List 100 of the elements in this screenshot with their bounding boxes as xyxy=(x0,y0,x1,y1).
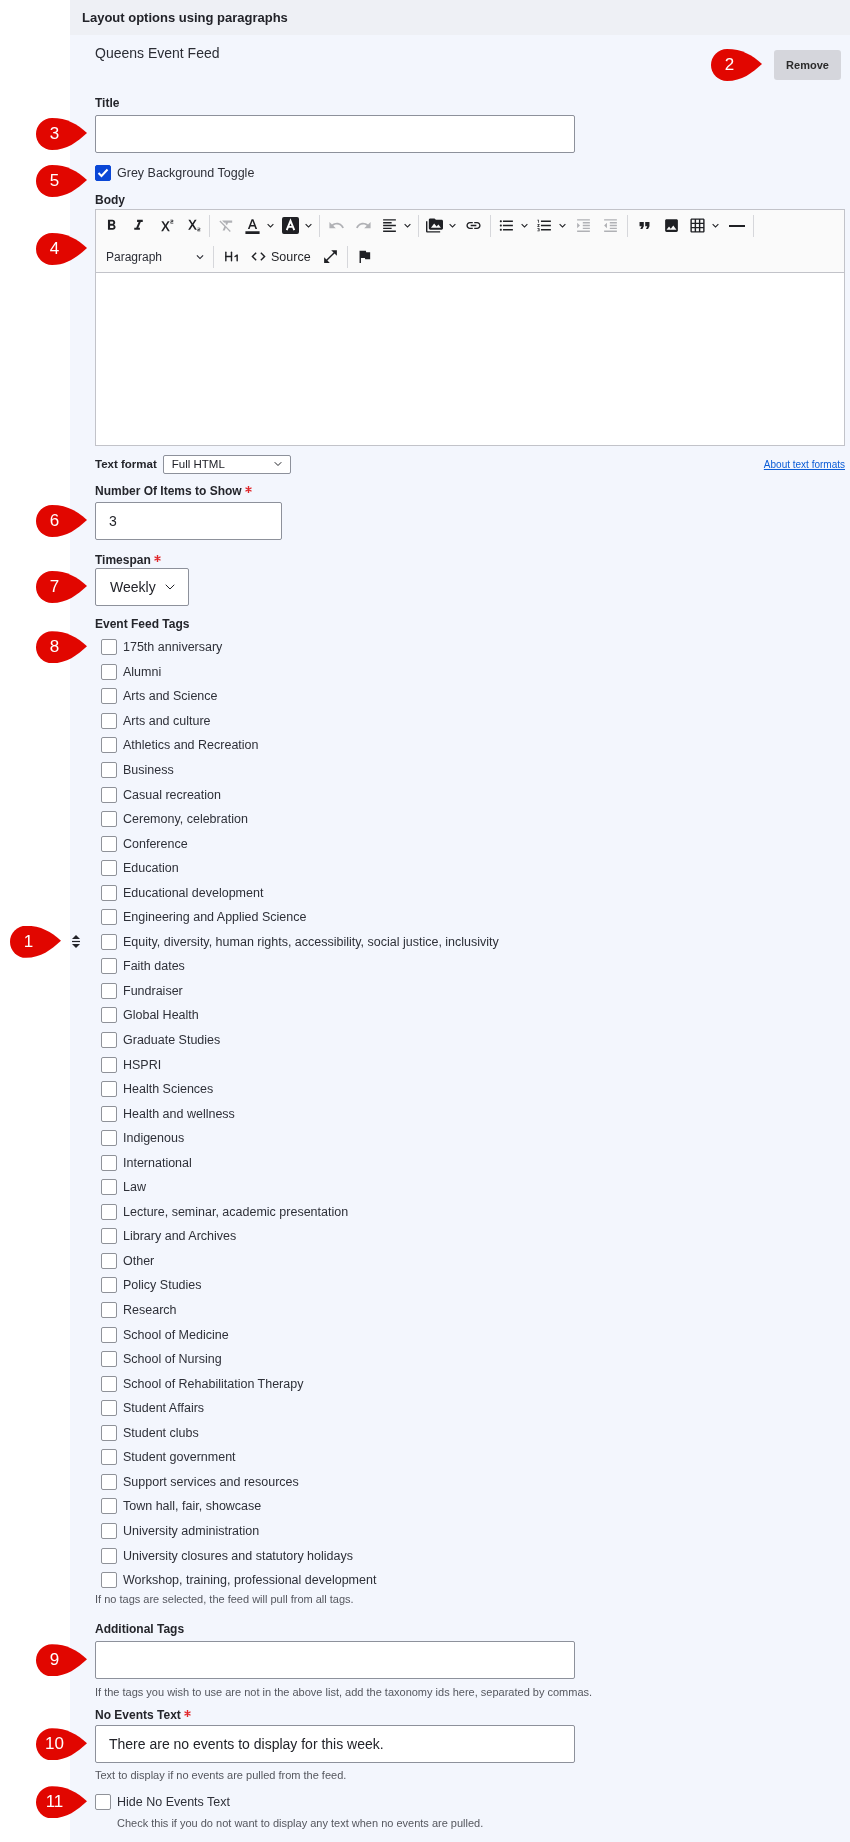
checkbox-label: Workshop, training, professional development xyxy=(123,1572,378,1589)
checkbox[interactable] xyxy=(101,1228,117,1245)
checkbox[interactable] xyxy=(101,1081,117,1098)
checkbox[interactable] xyxy=(101,737,117,754)
checkbox[interactable] xyxy=(101,1179,117,1196)
callout-marker: 5 xyxy=(36,165,87,197)
checkbox[interactable] xyxy=(101,786,117,803)
numbered-list-icon xyxy=(535,217,553,234)
callout-marker: 6 xyxy=(36,505,87,537)
checkbox-label: Town hall, fair, showcase xyxy=(123,1498,263,1515)
checkbox[interactable] xyxy=(101,1547,117,1564)
checkbox[interactable] xyxy=(101,1032,117,1048)
checkbox[interactable] xyxy=(101,1572,117,1589)
checkbox[interactable] xyxy=(101,688,117,705)
help-link[interactable]: About text formats xyxy=(763,458,845,470)
callout-marker: 9 xyxy=(36,1644,87,1677)
field-label: No Events Text xyxy=(95,1707,181,1724)
checkbox[interactable] xyxy=(101,1203,117,1220)
checkbox[interactable] xyxy=(95,165,111,181)
checkbox-label: Student Affairs xyxy=(123,1400,206,1417)
align-left-icon xyxy=(380,217,398,234)
callout-marker: 4 xyxy=(36,233,87,265)
callout-marker: 11 xyxy=(36,1786,87,1819)
checkbox-label: Other xyxy=(123,1252,156,1269)
checkbox[interactable] xyxy=(101,1007,117,1024)
timespan-select[interactable]: Weekly xyxy=(95,568,189,606)
checkbox[interactable] xyxy=(101,1154,117,1171)
checkbox-label: 175th anniversary xyxy=(123,639,224,656)
checkbox-label: Student clubs xyxy=(123,1424,200,1441)
checkbox-label: School of Medicine xyxy=(123,1326,230,1343)
source-code-button[interactable]: Source xyxy=(245,243,317,270)
checkbox[interactable] xyxy=(101,1375,117,1392)
checkbox[interactable] xyxy=(101,663,117,680)
checkbox[interactable] xyxy=(101,1056,117,1073)
checkbox[interactable] xyxy=(101,639,117,656)
checkbox[interactable] xyxy=(101,1473,117,1490)
checkbox[interactable] xyxy=(101,811,117,828)
checkbox[interactable] xyxy=(101,1252,117,1269)
callout-marker: 3 xyxy=(36,118,87,150)
checkbox-label: University closures and statutory holidays xyxy=(123,1547,354,1564)
paragraph-type-name: Queens Event Feed xyxy=(95,45,220,61)
paragraph-format-select[interactable]: Paragraph xyxy=(98,243,209,270)
title-input[interactable] xyxy=(95,115,575,153)
field-label: Title xyxy=(95,95,120,111)
checkbox[interactable] xyxy=(101,1498,117,1515)
checkbox[interactable] xyxy=(101,884,117,901)
field-label: Event Feed Tags xyxy=(95,616,190,632)
image-icon xyxy=(663,217,680,234)
checkbox[interactable] xyxy=(101,1130,117,1147)
checkbox[interactable] xyxy=(101,1277,117,1294)
checkbox[interactable] xyxy=(101,1326,117,1343)
callout-marker: 1 xyxy=(10,925,61,958)
checkbox[interactable] xyxy=(101,1449,117,1466)
field-label: Number Of Items to Show xyxy=(95,483,242,499)
checkbox-label: Graduate Studies xyxy=(123,1032,222,1048)
checkmark-icon xyxy=(97,168,109,178)
checkbox-label: Health Sciences xyxy=(123,1081,215,1098)
checkbox[interactable] xyxy=(101,1424,117,1441)
checkbox-label: Hide No Events Text xyxy=(117,1794,231,1811)
checkbox[interactable] xyxy=(101,1351,117,1368)
checkbox[interactable] xyxy=(101,933,117,950)
callout-marker: 7 xyxy=(36,571,87,603)
checkbox[interactable] xyxy=(101,982,117,999)
text-format-select[interactable]: Full HTML xyxy=(162,454,291,474)
checkbox[interactable] xyxy=(101,860,117,877)
up-down-arrows-icon[interactable] xyxy=(71,935,81,949)
help-text: If the tags you wish to use are not in the above list, add the taxonomy ids here, separated by commas. xyxy=(95,1685,593,1700)
checkbox[interactable] xyxy=(101,762,117,778)
checkbox[interactable] xyxy=(101,712,117,729)
checkbox[interactable] xyxy=(101,909,117,926)
checkbox-label: Law xyxy=(123,1179,147,1196)
checkbox-label: Lecture, seminar, academic presentation xyxy=(123,1203,350,1220)
checkbox-label: Ceremony, celebration xyxy=(123,811,249,828)
field-label: Text format xyxy=(95,458,157,470)
checkbox-label: Engineering and Applied Science xyxy=(123,909,308,926)
no-events-text-input[interactable]: There are no events to display for this week. xyxy=(95,1725,575,1764)
checkbox-label: Support services and resources xyxy=(123,1473,300,1490)
checkbox-label: Research xyxy=(123,1302,178,1319)
checkbox-label: School of Rehabilitation Therapy xyxy=(123,1375,305,1392)
number-input[interactable]: 3 xyxy=(95,502,282,540)
checkbox[interactable] xyxy=(101,1302,117,1319)
checkbox[interactable] xyxy=(101,1522,117,1539)
help-text: Text to display if no events are pulled from the feed. xyxy=(95,1768,347,1783)
checkbox-label: Equity, diversity, human rights, accessibility, social justice, inclusivity xyxy=(123,933,499,950)
additional-tags-input[interactable] xyxy=(95,1641,575,1680)
help-text: Check this if you do not want to display any text when no events are pulled. xyxy=(117,1816,484,1831)
checkbox[interactable] xyxy=(101,835,117,852)
checkbox-label: Faith dates xyxy=(123,958,186,975)
checkbox-label: Alumni xyxy=(123,663,163,680)
checkbox[interactable] xyxy=(101,1105,117,1122)
checkbox[interactable] xyxy=(95,1794,111,1811)
checkbox-label: Library and Archives xyxy=(123,1228,238,1245)
bulleted-list-icon xyxy=(497,217,515,234)
remove-button[interactable]: Remove xyxy=(774,50,841,80)
checkbox[interactable] xyxy=(101,1400,117,1417)
font-color-icon xyxy=(243,217,261,234)
field-label: Timespan xyxy=(95,552,151,568)
field-label: Additional Tags xyxy=(95,1621,185,1638)
checkbox[interactable] xyxy=(101,958,117,975)
callout-marker: 10 xyxy=(36,1728,87,1761)
